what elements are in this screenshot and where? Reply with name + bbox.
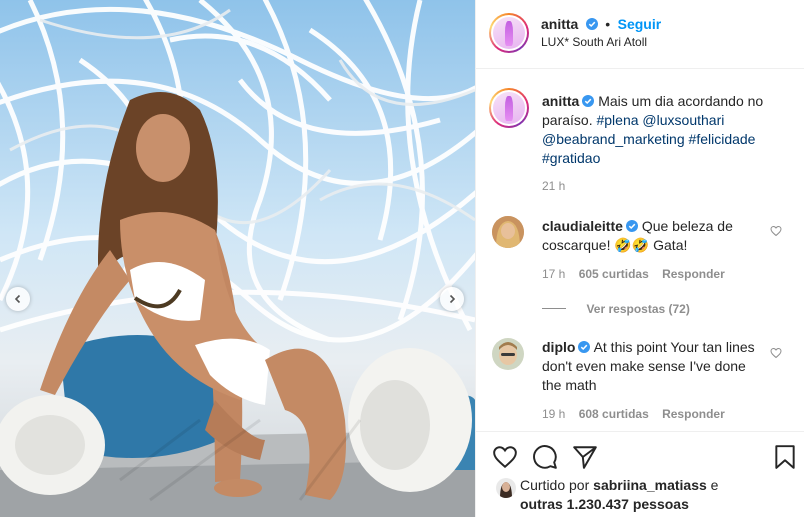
follow-button[interactable]: Seguir xyxy=(618,16,662,32)
reply-button[interactable]: Responder xyxy=(662,267,725,281)
caption-text: anitta Mais um dia acordando no paraíso.… xyxy=(542,92,787,168)
author-avatar[interactable] xyxy=(489,13,529,53)
post-actions: Curtido por sabriina_matiass e outras 1.… xyxy=(476,431,804,517)
comment-meta: 19 h 608 curtidas Responder xyxy=(542,407,725,421)
post-side-panel: anitta • Seguir LUX* South Ari Atoll ani… xyxy=(475,0,804,517)
paper-plane-icon[interactable] xyxy=(572,444,598,470)
commenter-avatar[interactable] xyxy=(492,216,524,248)
post-header: anitta • Seguir LUX* South Ari Atoll xyxy=(476,0,804,69)
verified-badge-icon xyxy=(625,220,638,232)
commenter-username[interactable]: claudialeitte xyxy=(542,218,623,234)
comment-timestamp[interactable]: 19 h xyxy=(542,407,565,421)
verified-badge-icon xyxy=(578,341,591,353)
avatar-image xyxy=(493,92,525,124)
likes-prefix: Curtido por xyxy=(520,477,590,493)
hashtag-link[interactable]: #felicidade xyxy=(689,131,756,147)
hashtag-link[interactable]: #gratidao xyxy=(542,150,600,166)
liker-avatar[interactable] xyxy=(496,478,516,498)
avatar-image xyxy=(492,216,524,248)
mention-link[interactable]: @beabrand_marketing xyxy=(542,131,685,147)
heart-icon[interactable] xyxy=(492,444,518,470)
previous-photo-button[interactable] xyxy=(6,287,30,311)
view-replies-button[interactable]: Ver respostas (72) xyxy=(542,300,690,318)
header-separator: • xyxy=(605,16,611,32)
comment-item: claudialeitte Que beleza de coscarque! 🤣… xyxy=(476,205,804,325)
comment-timestamp[interactable]: 17 h xyxy=(542,267,565,281)
bookmark-icon[interactable] xyxy=(772,444,798,470)
view-replies-label: Ver respostas (72) xyxy=(586,302,690,316)
comment-like-heart-icon[interactable] xyxy=(770,225,782,237)
post-location[interactable]: LUX* South Ari Atoll xyxy=(541,35,647,49)
comment-text: claudialeitte Que beleza de coscarque! 🤣… xyxy=(542,217,767,255)
caption-avatar[interactable] xyxy=(489,88,529,128)
liker-username[interactable]: sabriina_matiass xyxy=(593,477,707,493)
comment-text: diplo At this point Your tan lines don't… xyxy=(542,338,767,395)
author-username[interactable]: anitta xyxy=(541,16,578,32)
commenter-avatar[interactable] xyxy=(492,338,524,370)
likes-others-link[interactable]: outras 1.230.437 pessoas xyxy=(520,496,689,512)
chevron-right-icon xyxy=(449,294,456,304)
verified-badge-icon xyxy=(585,18,598,30)
comment-likes-count[interactable]: 608 curtidas xyxy=(579,407,649,421)
caption-timestamp[interactable]: 21 h xyxy=(542,179,565,193)
comment-item: diplo At this point Your tan lines don't… xyxy=(476,326,804,431)
commenter-username[interactable]: diplo xyxy=(542,339,575,355)
caption-username[interactable]: anitta xyxy=(542,93,579,109)
comment-likes-count[interactable]: 605 curtidas xyxy=(579,267,649,281)
avatar-image xyxy=(496,478,516,498)
comment-like-heart-icon[interactable] xyxy=(770,347,782,359)
avatar-image xyxy=(492,338,524,370)
likes-connector: e xyxy=(710,477,719,493)
replies-divider xyxy=(542,308,566,310)
hashtag-link[interactable]: #plena xyxy=(596,112,638,128)
verified-badge-icon xyxy=(582,95,595,107)
photo-scene xyxy=(0,0,475,517)
comment-meta: 17 h 605 curtidas Responder xyxy=(542,267,725,281)
likes-summary: Curtido por sabriina_matiass e outras 1.… xyxy=(520,476,730,514)
next-photo-button[interactable] xyxy=(440,287,464,311)
post-photo[interactable] xyxy=(0,0,475,517)
comment-bubble-icon[interactable] xyxy=(532,444,558,470)
chevron-left-icon xyxy=(14,294,21,304)
mention-link[interactable]: @luxsouthari xyxy=(642,112,724,128)
reply-button[interactable]: Responder xyxy=(662,407,725,421)
avatar-image xyxy=(493,17,525,49)
